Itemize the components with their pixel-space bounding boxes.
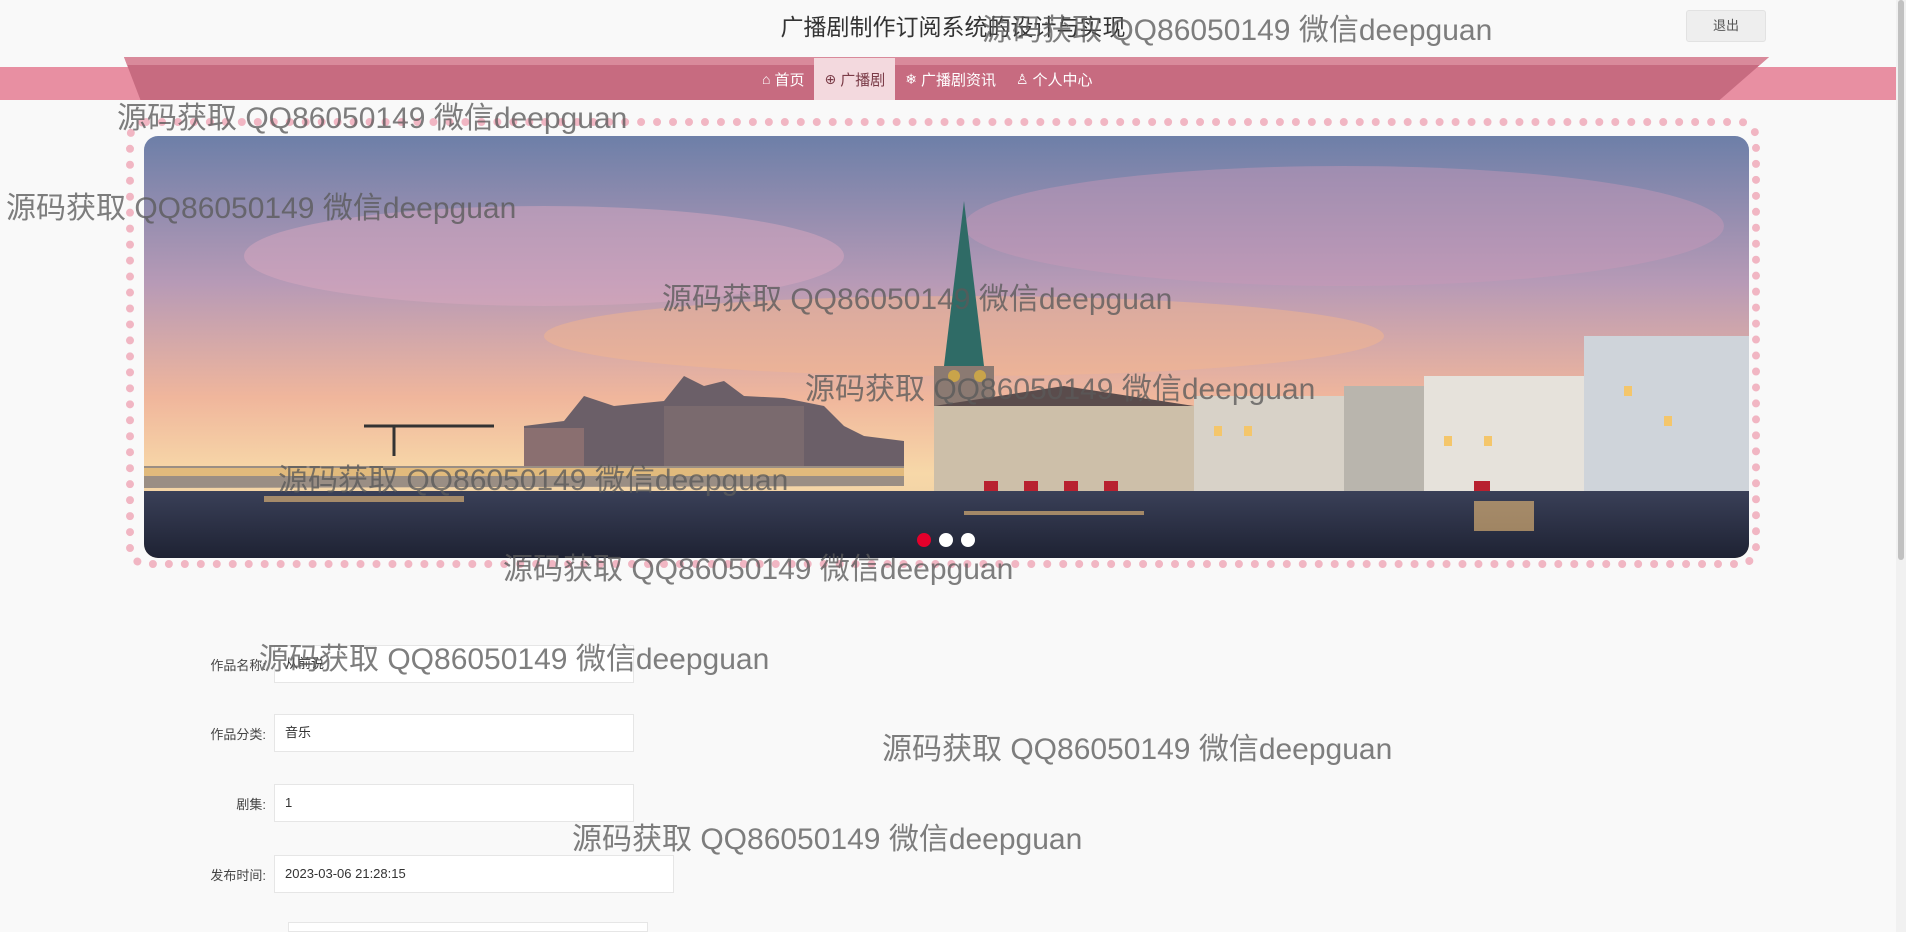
name-field[interactable]: 从前说 xyxy=(274,645,634,683)
next-field[interactable] xyxy=(288,922,648,932)
category-label: 作品分类: xyxy=(210,726,266,742)
carousel-indicators xyxy=(917,533,975,547)
watermark: 源码获取 QQ86050149 微信deepguan xyxy=(882,733,1393,766)
publish-time-field[interactable]: 2023-03-06 21:28:15 xyxy=(274,855,674,893)
name-label: 作品名称: xyxy=(210,657,266,673)
main-nav: ⌂ 首页 ⊕ 广播剧 ❄ 广播剧资讯 ♙ 个人中心 xyxy=(752,58,1103,100)
nav-item-label: 首页 xyxy=(774,71,805,89)
book-icon: ⊕ xyxy=(824,70,837,87)
logout-button[interactable]: 退出 xyxy=(1686,10,1766,42)
site-title: 广播剧制作订阅系统的设计与实现 xyxy=(780,14,1126,40)
scrollbar[interactable] xyxy=(1896,0,1906,932)
episodes-label: 剧集: xyxy=(236,796,266,812)
publish-time-label: 发布时间: xyxy=(210,867,266,883)
watermark: 源码获取 QQ86050149 微信deepguan xyxy=(572,823,1083,856)
form-row-episodes: 剧集: 1 xyxy=(180,784,634,822)
form-row-publish-time: 发布时间: 2023-03-06 21:28:15 xyxy=(180,855,674,893)
banner-carousel[interactable] xyxy=(144,136,1749,558)
nav-item-radio-drama[interactable]: ⊕ 广播剧 xyxy=(814,58,896,100)
banner-image xyxy=(144,136,1749,558)
category-field[interactable]: 音乐 xyxy=(274,714,634,752)
nav-item-news[interactable]: ❄ 广播剧资讯 xyxy=(895,58,1006,100)
carousel-dot-3[interactable] xyxy=(961,533,975,547)
nav-item-home[interactable]: ⌂ 首页 xyxy=(752,58,814,100)
nav-item-label: 个人中心 xyxy=(1032,71,1093,89)
form-row-name: 作品名称: 从前说 xyxy=(180,645,634,683)
episodes-field[interactable]: 1 xyxy=(274,784,634,822)
nav-item-label: 广播剧 xyxy=(840,71,886,89)
home-icon: ⌂ xyxy=(762,71,771,87)
user-icon: ♙ xyxy=(1015,70,1029,87)
carousel-dot-1[interactable] xyxy=(917,533,931,547)
snowflake-icon: ❄ xyxy=(905,70,917,87)
nav-item-profile[interactable]: ♙ 个人中心 xyxy=(1006,58,1103,100)
form-row-category: 作品分类: 音乐 xyxy=(180,714,634,752)
scrollbar-thumb[interactable] xyxy=(1898,0,1904,560)
carousel-dot-2[interactable] xyxy=(939,533,953,547)
nav-item-label: 广播剧资讯 xyxy=(920,71,996,89)
